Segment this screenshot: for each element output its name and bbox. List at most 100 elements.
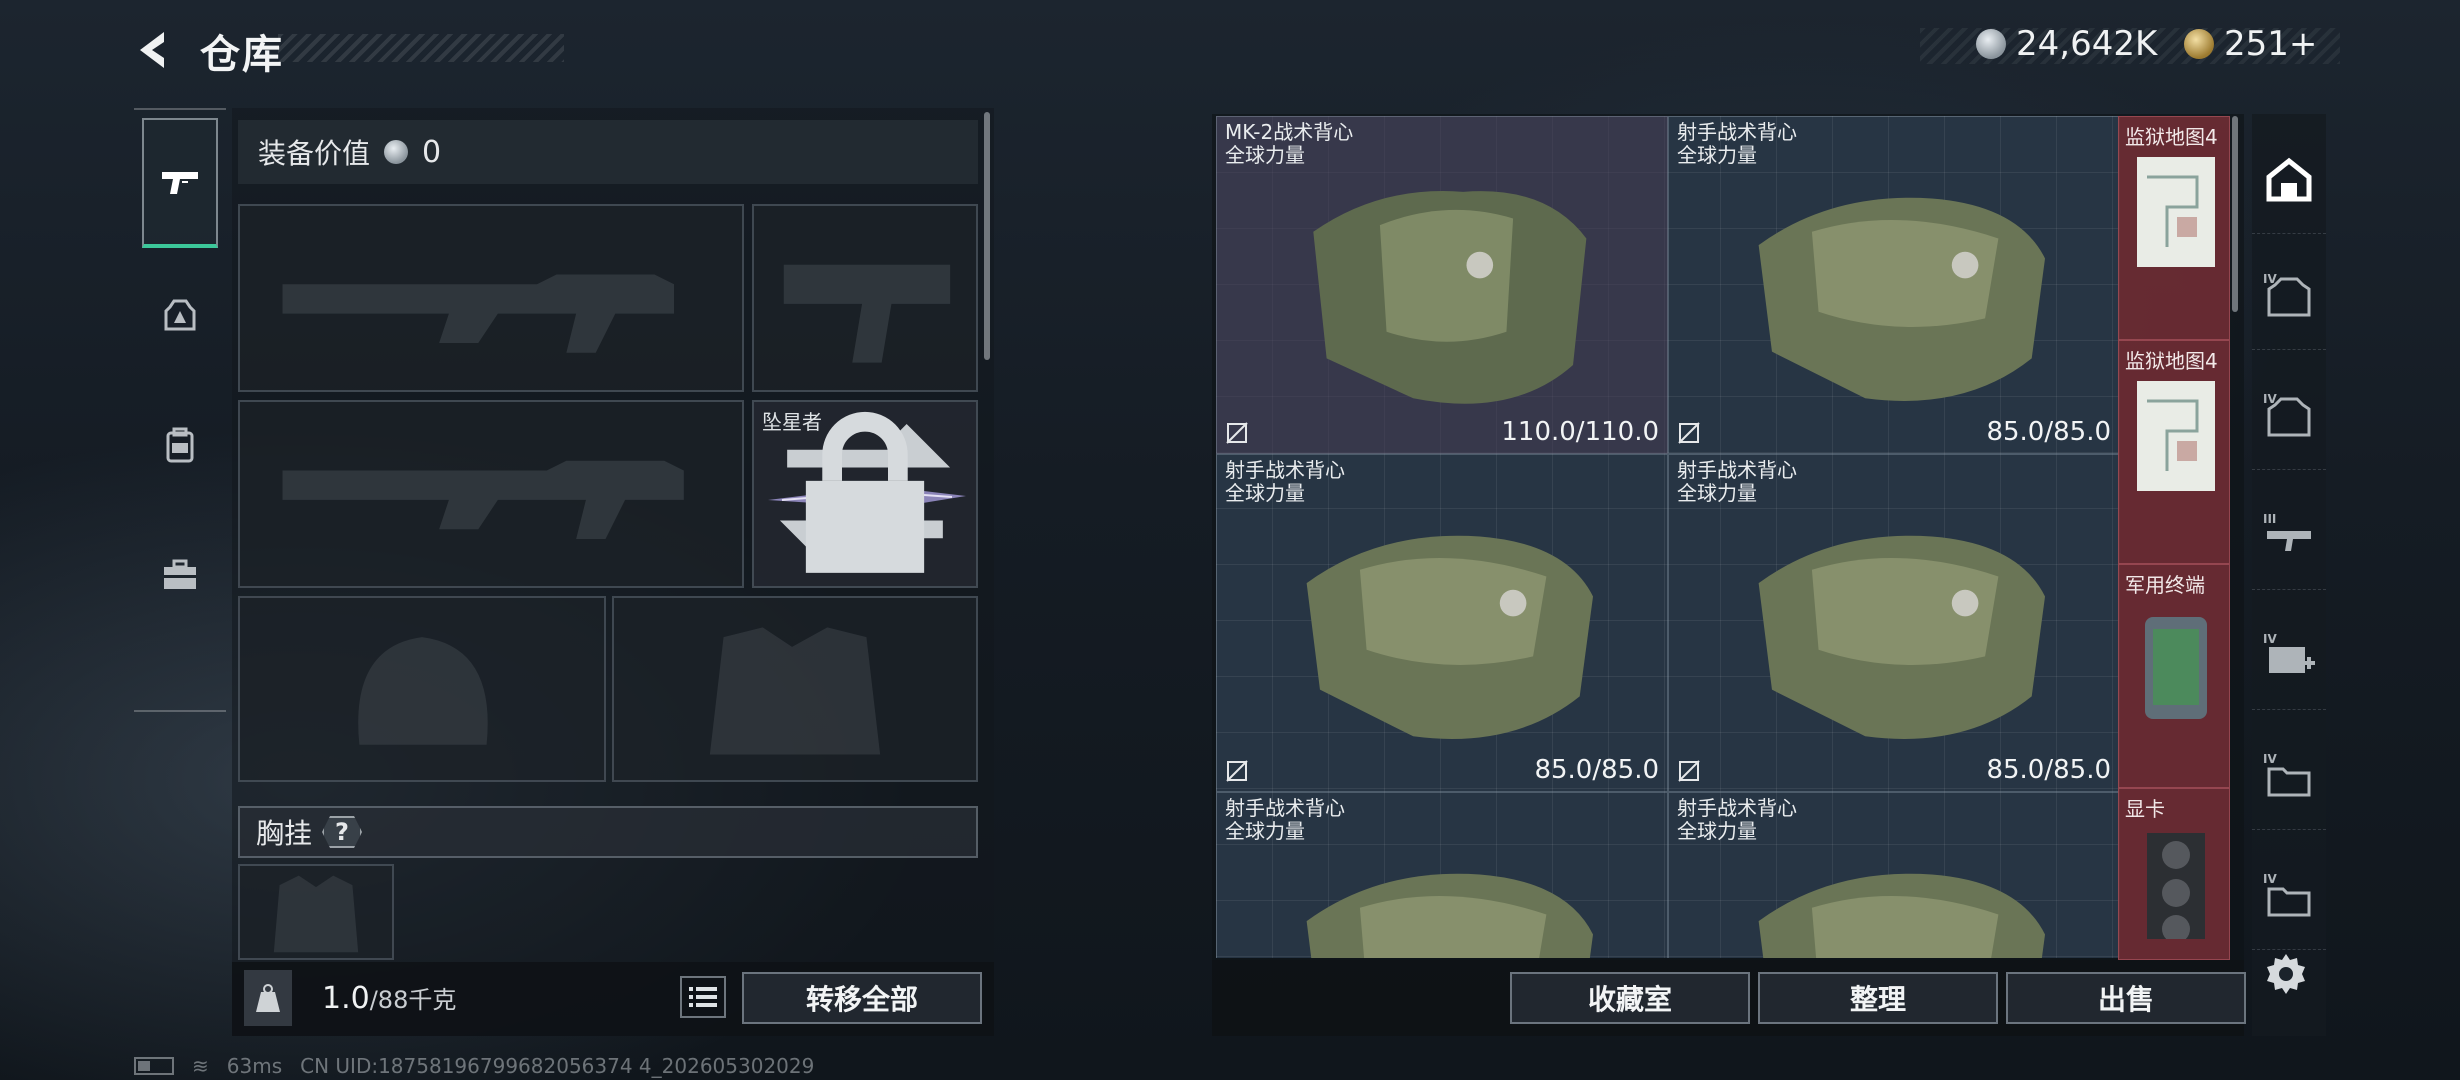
chest-rig-silhouette-icon — [273, 875, 359, 953]
helmet-armor-icon — [164, 299, 196, 331]
inventory-item[interactable]: 射手战术背心 全球力量 85.0/85.0 — [1668, 116, 2120, 454]
svg-text:IV: IV — [2263, 632, 2277, 646]
loadout-category-nav — [134, 108, 226, 712]
back-arrow-icon[interactable] — [130, 26, 178, 74]
item-name: 射手战术背心 全球力量 — [1677, 458, 1797, 505]
nav-kit[interactable] — [142, 510, 218, 640]
inventory-grid: MK-2战术背心 全球力量 110.0/110.0 射手战术背心 全球力量 85.0… — [1216, 116, 2120, 958]
folder-tier-icon: IV — [2263, 872, 2311, 916]
equipment-value: 0 — [422, 134, 442, 170]
item-name: 射手战术背心 全球力量 — [1677, 120, 1797, 167]
armor-tier-icon: IV — [2263, 392, 2311, 436]
carry-weight: 1.0/88千克 — [322, 980, 456, 1016]
silver-coin-icon — [1976, 29, 2006, 59]
terminal-item-icon — [2145, 617, 2207, 719]
map-item-icon — [2137, 157, 2215, 267]
item-name: 监狱地图4 — [2125, 125, 2218, 149]
primary-weapon-slot[interactable] — [238, 204, 744, 392]
map-item-icon — [2137, 381, 2215, 491]
transfer-all-button[interactable]: 转移全部 — [742, 972, 982, 1024]
item-name: 射手战术背心 全球力量 — [1225, 796, 1345, 843]
item-name: 射手战术背心 全球力量 — [1677, 796, 1797, 843]
rifle-tier-icon: III — [2263, 512, 2311, 551]
settings-gear-icon[interactable] — [2262, 950, 2310, 998]
collection-room-button[interactable]: 收藏室 — [1510, 972, 1750, 1024]
silver-coin-icon — [384, 140, 409, 164]
nav-backpack[interactable] — [142, 380, 218, 510]
sort-button[interactable]: 整理 — [1758, 972, 1998, 1024]
helmet-silhouette-icon — [358, 637, 488, 745]
armor-tier-icon: IV — [2263, 272, 2311, 316]
carry-weight-max: /88千克 — [369, 986, 457, 1014]
secondary-weapon-slot[interactable] — [752, 204, 978, 392]
svg-text:IV: IV — [2263, 872, 2277, 886]
inventory-item-rare[interactable]: 监狱地图4 — [2118, 116, 2230, 340]
currency-gold[interactable]: 251+ — [2184, 24, 2317, 64]
gold-coin-icon — [2184, 29, 2214, 59]
category-container-iv[interactable]: IV — [2252, 840, 2326, 950]
vest-item-image — [1306, 535, 1594, 739]
rifle-silhouette-icon — [282, 274, 675, 353]
carry-weight-current: 1.0 — [322, 981, 370, 1016]
title-decoration — [278, 34, 564, 62]
nav-weapons[interactable] — [142, 118, 218, 248]
home-storage-icon — [2266, 157, 2312, 201]
nav-armor[interactable] — [142, 250, 218, 380]
category-armor-iv[interactable]: IV — [2252, 240, 2326, 350]
vest-silhouette-icon — [709, 627, 881, 755]
list-icon — [689, 987, 717, 1007]
rifle-silhouette-icon — [282, 460, 684, 540]
no-insurance-icon — [1226, 422, 1248, 444]
body-armor-slot[interactable] — [612, 596, 978, 782]
backup-weapon-slot[interactable] — [238, 400, 744, 588]
item-name: 射手战术背心 全球力量 — [1225, 458, 1345, 505]
vest-item-image — [1758, 873, 2046, 958]
inventory-item[interactable]: 射手战术背心 全球力量 — [1216, 792, 1668, 958]
medkit-tier-icon: IV — [2263, 632, 2315, 673]
inventory-item[interactable]: 射手战术背心 全球力量 — [1668, 792, 2120, 958]
item-durability: 85.0/85.0 — [1534, 755, 1659, 785]
item-durability: 110.0/110.0 — [1501, 417, 1659, 447]
category-container-iv[interactable]: IV — [2252, 720, 2326, 830]
battery-icon — [134, 1057, 174, 1075]
weight-icon — [244, 970, 292, 1026]
loadout-scrollbar[interactable] — [984, 112, 990, 360]
inventory-item-rare[interactable]: 军用终端 — [2118, 564, 2230, 788]
svg-text:III: III — [2263, 512, 2276, 526]
equipment-value-row: 装备价值 0 — [238, 120, 978, 184]
no-insurance-icon — [1678, 422, 1700, 444]
folder-tier-icon: IV — [2263, 752, 2311, 796]
backpack-icon — [166, 427, 194, 463]
item-name: MK-2战术背心 全球力量 — [1225, 120, 1354, 167]
helmet-slot[interactable] — [238, 596, 606, 782]
inventory-item[interactable]: MK-2战术背心 全球力量 110.0/110.0 — [1216, 116, 1668, 454]
pistol-icon — [162, 172, 198, 194]
vest-item-image — [1758, 197, 2046, 401]
chest-rig-slot[interactable] — [238, 864, 394, 960]
category-armor-iv[interactable]: IV — [2252, 360, 2326, 470]
item-durability: 85.0/85.0 — [1986, 755, 2111, 785]
inventory-item-rare[interactable]: 监狱地图4 — [2118, 340, 2230, 564]
chest-rig-header: 胸挂 ? — [238, 806, 978, 858]
inventory-item-rare[interactable]: 显卡 — [2118, 788, 2230, 960]
lock-icon — [805, 411, 925, 573]
category-rifle-iii[interactable]: III — [2252, 480, 2326, 590]
inventory-item[interactable]: 射手战术背心 全球力量 85.0/85.0 — [1668, 454, 2120, 792]
toolbox-icon — [164, 559, 196, 589]
list-view-button[interactable] — [680, 976, 726, 1018]
inventory-scrollbar[interactable] — [2232, 116, 2238, 312]
vest-item-image — [1313, 191, 1587, 404]
currency-silver-amount: 24,642K — [2016, 24, 2158, 64]
user-uid: CN UID:18758196799682056374 4_2026053020… — [300, 1054, 815, 1078]
melee-weapon-slot[interactable]: 坠星者 — [752, 400, 978, 588]
item-name: 军用终端 — [2125, 573, 2205, 597]
inventory-item[interactable]: 射手战术背心 全球力量 85.0/85.0 — [1216, 454, 1668, 792]
category-medical-iv[interactable]: IV — [2252, 600, 2326, 710]
help-icon[interactable]: ? — [322, 816, 363, 848]
category-all[interactable] — [2252, 124, 2326, 234]
currency-silver[interactable]: 24,642K — [1976, 24, 2157, 64]
sell-button[interactable]: 出售 — [2006, 972, 2246, 1024]
item-name: 显卡 — [2125, 797, 2165, 821]
currency-gold-amount: 251+ — [2224, 24, 2318, 64]
ping-value: 63ms — [226, 1054, 283, 1078]
